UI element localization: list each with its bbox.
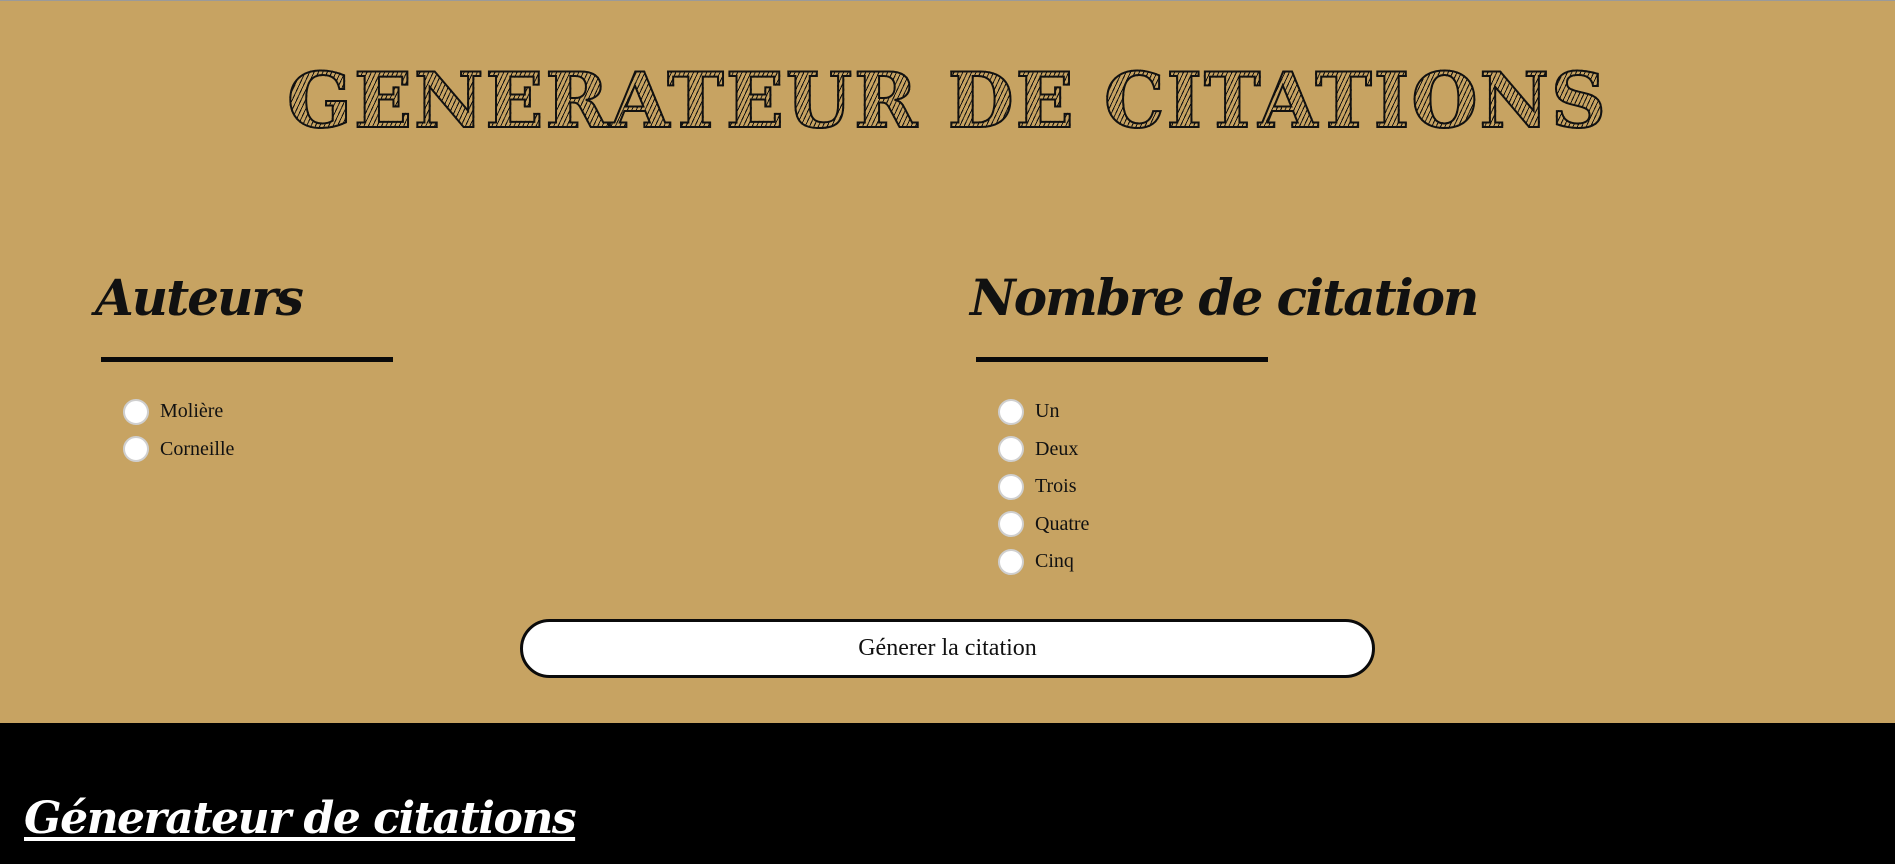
count-option-label: Cinq (1035, 550, 1074, 573)
radio-unchecked-icon[interactable] (123, 436, 149, 463)
radio-unchecked-icon[interactable] (998, 473, 1024, 500)
author-option-label: Molière (160, 400, 224, 423)
count-option-label: Quatre (1035, 512, 1090, 535)
quote-count-heading: Nombre de citation (970, 268, 1479, 327)
quote-count-section: Nombre de citation Un Deux Trois Quatre … (970, 268, 1479, 575)
count-option-trois[interactable]: Trois (998, 468, 1089, 506)
count-option-deux[interactable]: Deux (998, 431, 1089, 469)
radio-unchecked-icon[interactable] (998, 436, 1024, 463)
footer-title-link[interactable]: Génerateur de citations (24, 797, 577, 841)
count-option-label: Un (1035, 400, 1060, 423)
count-option-label: Trois (1035, 475, 1077, 498)
page-title: GENERATEUR DE CITATIONS (0, 62, 1895, 140)
authors-heading-rule (101, 357, 393, 362)
count-option-un[interactable]: Un (998, 393, 1089, 431)
count-option-cinq[interactable]: Cinq (998, 543, 1089, 581)
authors-section: Auteurs Molière Corneille (95, 268, 393, 463)
authors-heading: Auteurs (95, 268, 304, 327)
author-option-corneille[interactable]: Corneille (123, 431, 234, 469)
radio-unchecked-icon[interactable] (998, 398, 1024, 425)
count-option-label: Deux (1035, 437, 1079, 460)
author-option-moliere[interactable]: Molière (123, 393, 234, 431)
authors-radio-group: Molière Corneille (123, 393, 234, 468)
generate-quote-button[interactable]: Génerer la citation (520, 619, 1375, 678)
main-content: GENERATEUR DE CITATIONS Auteurs Molière … (0, 1, 1895, 723)
radio-unchecked-icon[interactable] (998, 548, 1024, 575)
quote-count-radio-group: Un Deux Trois Quatre Cinq (998, 393, 1089, 581)
author-option-label: Corneille (160, 437, 235, 460)
count-option-quatre[interactable]: Quatre (998, 506, 1089, 544)
radio-unchecked-icon[interactable] (998, 511, 1024, 538)
quote-count-heading-rule (976, 357, 1268, 362)
footer: Génerateur de citations (0, 723, 1895, 864)
radio-unchecked-icon[interactable] (123, 398, 149, 425)
